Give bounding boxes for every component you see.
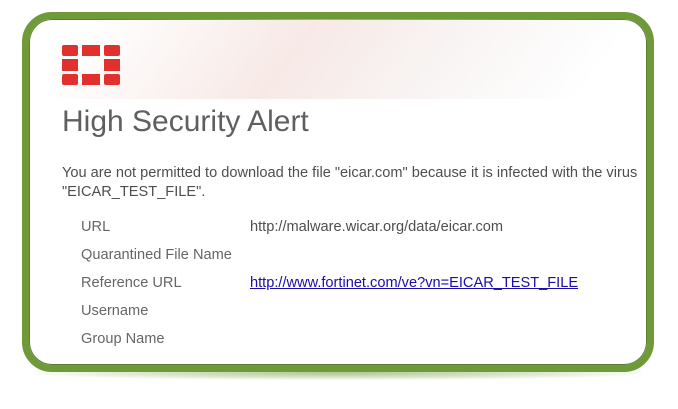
detail-value-url: http://malware.wicar.org/data/eicar.com bbox=[250, 219, 504, 235]
frame-reflection bbox=[36, 366, 642, 380]
detail-label: Quarantined File Name bbox=[81, 247, 232, 263]
detail-label: URL bbox=[81, 219, 111, 235]
detail-label: Reference URL bbox=[81, 275, 182, 291]
detail-label: Username bbox=[81, 303, 149, 319]
banner-decoration bbox=[54, 19, 647, 99]
fortinet-logo-icon bbox=[62, 45, 120, 85]
alert-message: You are not permitted to download the fi… bbox=[62, 165, 638, 200]
reference-url-link[interactable]: http://www.fortinet.com/ve?vn=EICAR_TEST… bbox=[250, 275, 578, 291]
alert-frame: High Security Alert You are not permitte… bbox=[22, 12, 654, 372]
detail-label: Group Name bbox=[81, 331, 165, 347]
page-title: High Security Alert bbox=[62, 105, 309, 138]
